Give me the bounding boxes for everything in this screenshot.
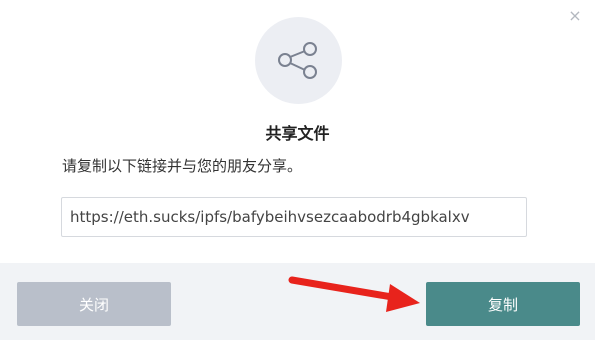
share-link-field[interactable] xyxy=(61,197,527,237)
close-icon[interactable]: × xyxy=(565,6,585,26)
share-dialog: × 共享文件 请复制以下链接并与您的朋友分享。 关闭 复制 xyxy=(0,0,595,340)
dialog-title: 共享文件 xyxy=(265,124,330,143)
share-icon-badge xyxy=(255,17,342,104)
close-button[interactable]: 关闭 xyxy=(17,282,171,326)
copy-button[interactable]: 复制 xyxy=(426,282,580,326)
dialog-footer: 关闭 复制 xyxy=(0,263,595,340)
share-icon xyxy=(278,42,317,79)
instruction-text: 请复制以下链接并与您的朋友分享。 xyxy=(62,157,303,175)
